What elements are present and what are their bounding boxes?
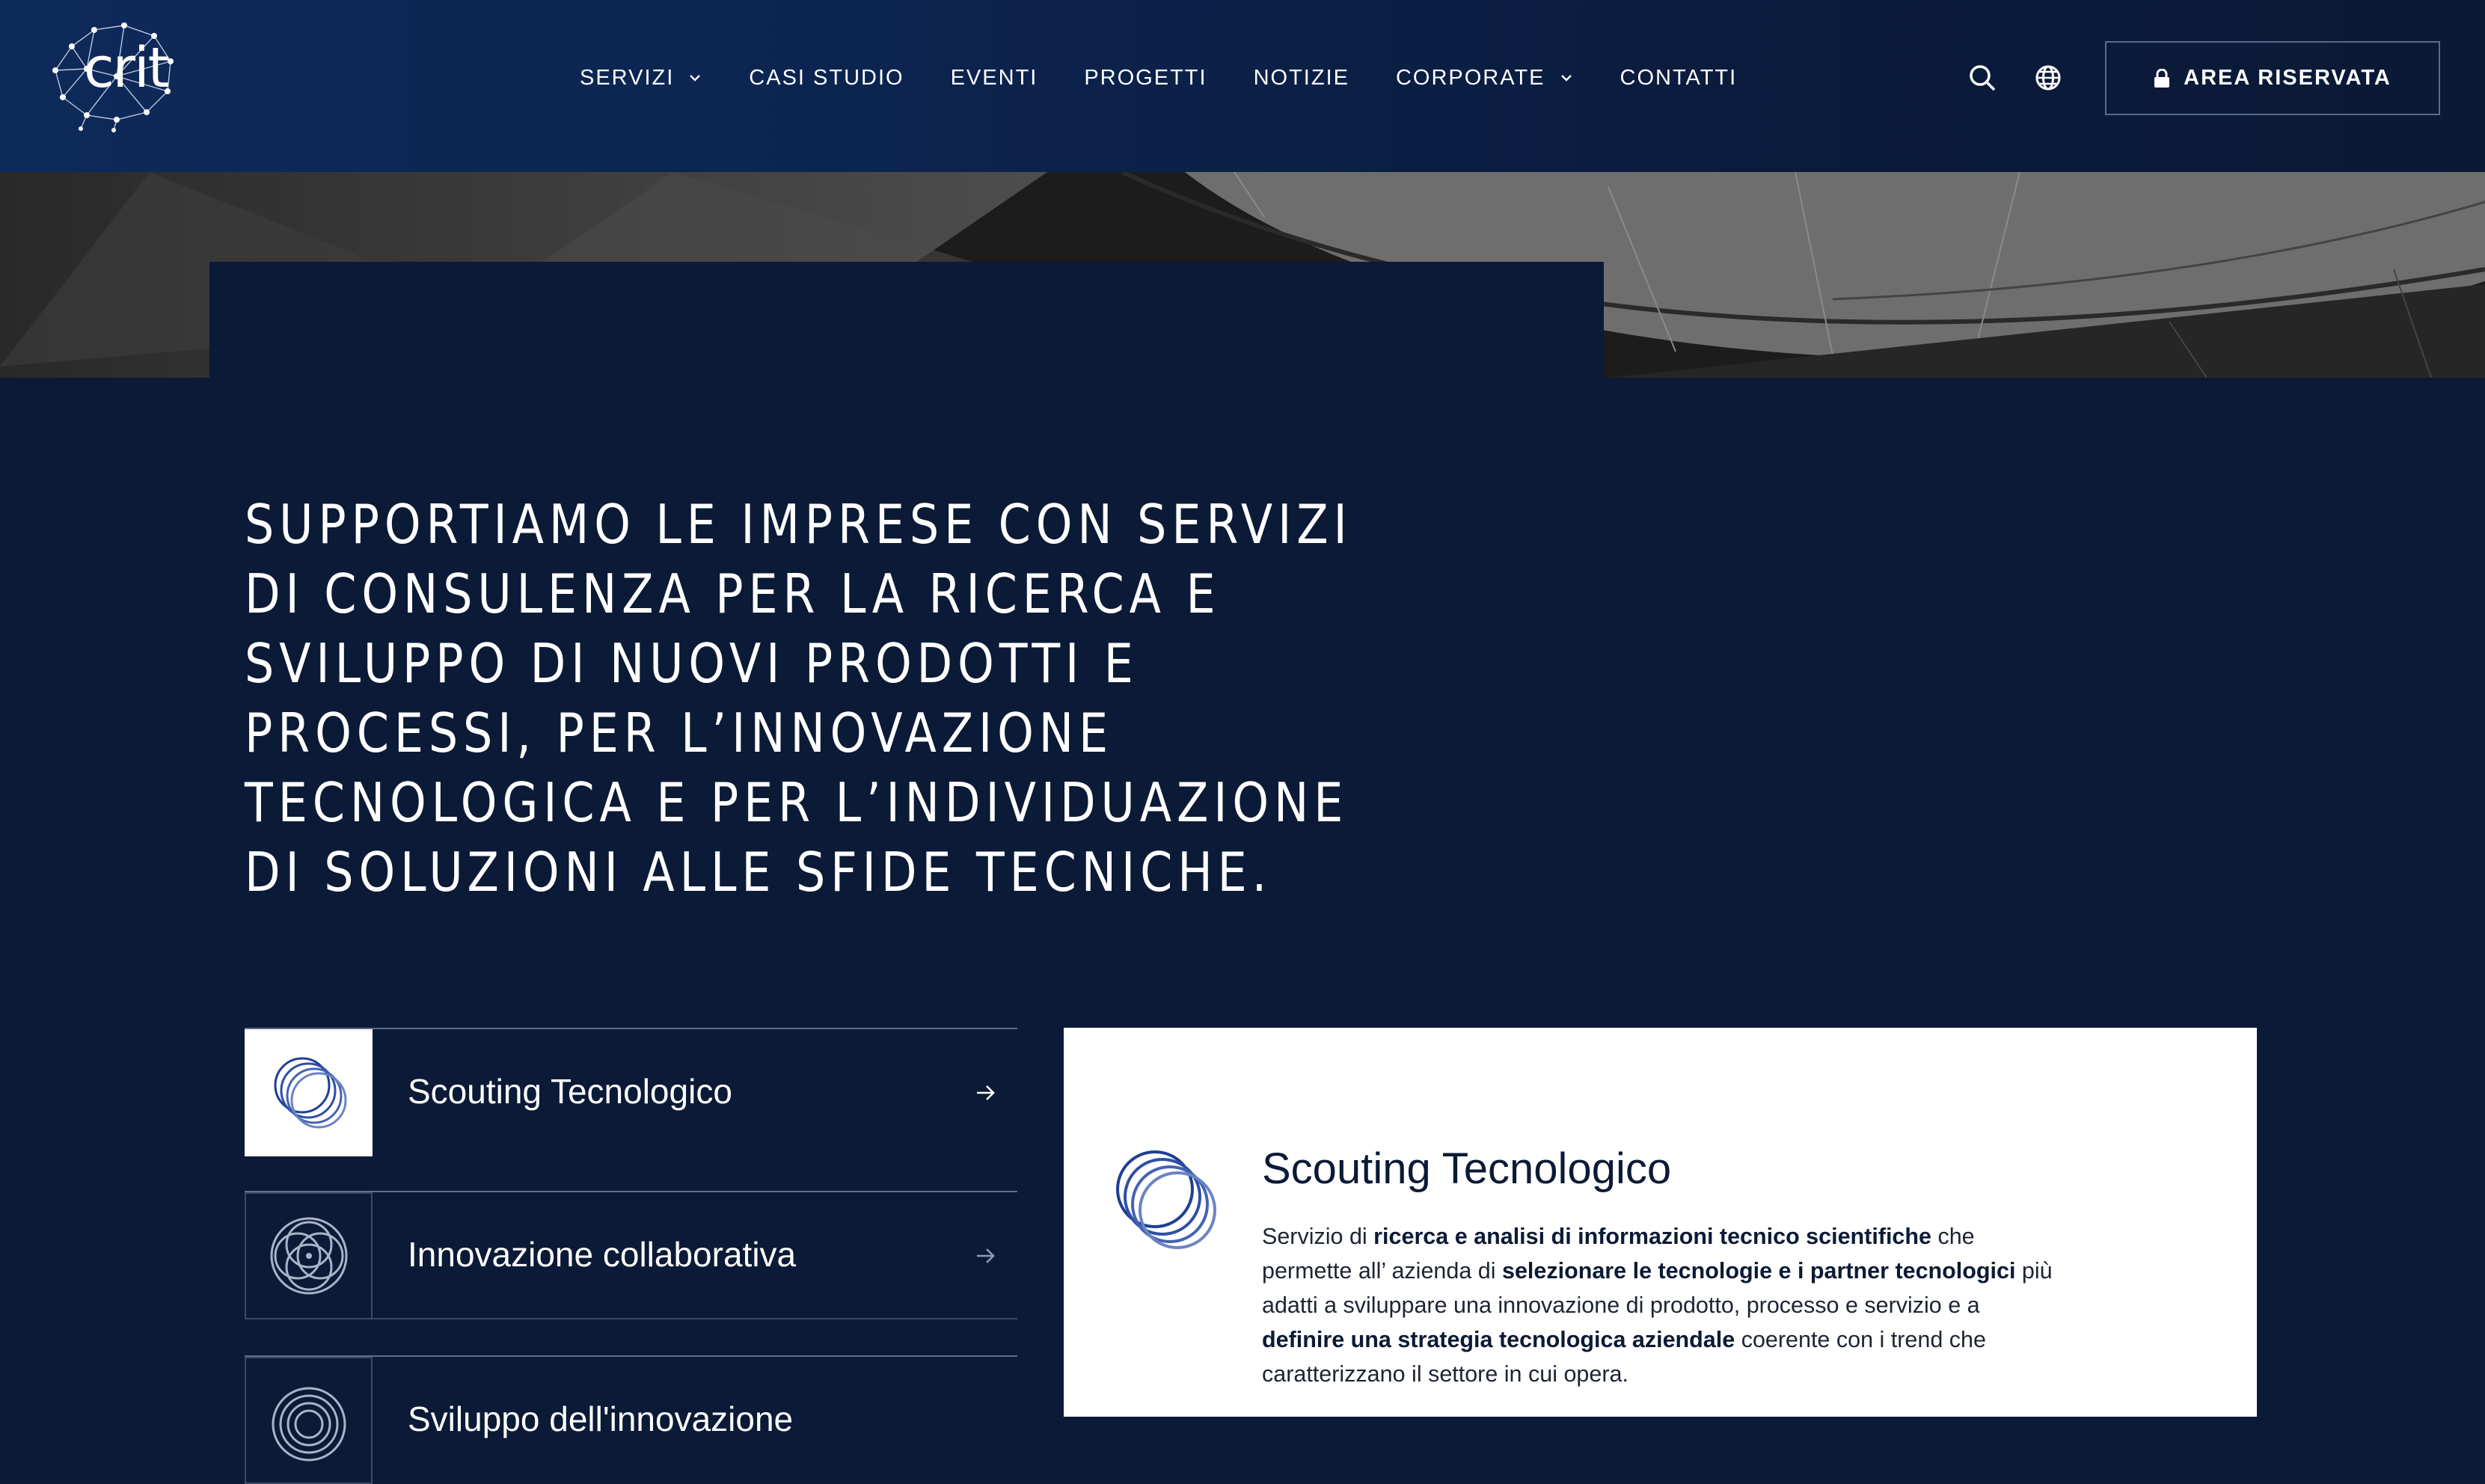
nav-item-contatti[interactable]: CONTATTI — [1620, 66, 1738, 91]
nav-item-servizi[interactable]: SERVIZI — [580, 66, 702, 91]
chevron-down-icon — [1560, 75, 1572, 82]
service-item-sviluppo-innovazione[interactable]: Sviluppo dell'innovazione — [245, 1355, 1017, 1484]
nav-item-corporate[interactable]: CORPORATE — [1396, 66, 1574, 91]
hero-image — [0, 172, 2485, 378]
area-riservata-button[interactable]: AREA RISERVATA — [2105, 41, 2440, 115]
lock-icon — [2154, 68, 2170, 88]
concentric-circles-icon — [272, 1387, 346, 1462]
chevron-down-icon — [690, 75, 701, 82]
logo-text: crit — [84, 36, 170, 100]
nav-item-progetti[interactable]: PROGETTI — [1084, 66, 1207, 91]
overlapping-circles-icon — [274, 1057, 346, 1129]
nav-label: SERVIZI — [580, 65, 675, 90]
nav-label: CONTATTI — [1620, 65, 1738, 90]
service-item-innovazione-collaborativa[interactable]: Innovazione collaborativa — [245, 1191, 1017, 1319]
nav-label: CASI STUDIO — [749, 65, 904, 90]
arrow-right-icon — [977, 1085, 995, 1100]
nav-label: PROGETTI — [1084, 65, 1207, 90]
intersecting-circles-icon — [270, 1217, 347, 1295]
desc-text: Servizio di — [1262, 1224, 1374, 1249]
search-icon[interactable] — [1967, 63, 1997, 93]
nav-label: NOTIZIE — [1253, 65, 1349, 90]
page-headline: SUPPORTIAMO LE IMPRESE CON SERVIZI DI CO… — [245, 493, 1352, 904]
area-button-label: AREA RISERVATA — [2184, 66, 2391, 90]
service-label: Sviluppo dell'innovazione — [408, 1399, 794, 1438]
nav-label: CORPORATE — [1395, 65, 1545, 90]
hero-overlay-panel — [209, 262, 1604, 378]
overlapping-circles-icon — [1116, 1150, 1216, 1249]
globe-icon[interactable] — [2033, 63, 2063, 93]
nav-label: EVENTI — [950, 65, 1038, 90]
nav-item-eventi[interactable]: EVENTI — [951, 66, 1038, 91]
main-nav: SERVIZI CASI STUDIO EVENTI PROGETTI NOTI… — [580, 60, 1783, 96]
desc-emphasis: selezionare le tecnologie e i partner te… — [1502, 1258, 2016, 1284]
service-icon-box — [245, 1029, 373, 1156]
nav-item-casi-studio[interactable]: CASI STUDIO — [749, 66, 904, 91]
service-detail-card: Scouting Tecnologico Servizio di ricerca… — [1064, 1028, 2257, 1417]
arrow-right-icon — [977, 1248, 995, 1263]
service-icon-box — [245, 1357, 373, 1484]
nav-item-notizie[interactable]: NOTIZIE — [1254, 66, 1349, 91]
service-icon-box — [245, 1192, 373, 1319]
service-label: Scouting Tecnologico — [408, 1072, 732, 1111]
desc-emphasis: ricerca e analisi di informazioni tecnic… — [1373, 1224, 1931, 1249]
detail-description: Servizio di ricerca e analisi di informa… — [1262, 1219, 2055, 1391]
detail-title: Scouting Tecnologico — [1262, 1144, 1672, 1193]
desc-emphasis: definire una strategia tecnologica azien… — [1262, 1327, 1735, 1352]
service-item-scouting[interactable]: Scouting Tecnologico — [245, 1028, 1017, 1156]
site-header: crit SERVIZI CASI STUDIO EVENTI PROGETTI… — [0, 0, 2485, 172]
service-label: Innovazione collaborativa — [408, 1235, 797, 1274]
